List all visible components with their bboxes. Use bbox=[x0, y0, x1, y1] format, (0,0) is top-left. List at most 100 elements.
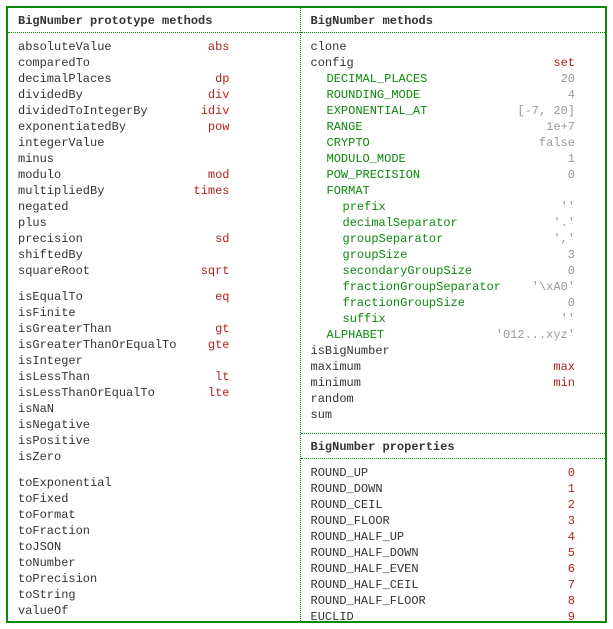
property-name: ROUND_DOWN bbox=[311, 481, 383, 497]
config-value: false bbox=[539, 135, 595, 151]
property-row: EUCLID9 bbox=[311, 609, 595, 621]
config-row: secondaryGroupSize0 bbox=[311, 263, 595, 279]
method-name: toFraction bbox=[18, 523, 90, 539]
property-row: ROUND_HALF_DOWN5 bbox=[311, 545, 595, 561]
method-row: precisionsd bbox=[18, 231, 290, 247]
method-row: dividedBy div bbox=[18, 87, 290, 103]
config-row: groupSeparator',' bbox=[311, 231, 595, 247]
method-name: config bbox=[311, 55, 354, 71]
method-name: toExponential bbox=[18, 475, 112, 491]
config-key: fractionGroupSize bbox=[311, 295, 465, 311]
property-value: 7 bbox=[568, 577, 595, 593]
method-name: isEqualTo bbox=[18, 289, 83, 305]
method-alias: abs bbox=[208, 39, 290, 55]
property-name: ROUND_UP bbox=[311, 465, 369, 481]
config-key: CRYPTO bbox=[311, 135, 370, 151]
method-row: toFormat bbox=[18, 507, 290, 523]
method-row: maximummax bbox=[311, 359, 595, 375]
config-key: FORMAT bbox=[311, 183, 370, 199]
property-value: 0 bbox=[568, 465, 595, 481]
method-name: toString bbox=[18, 587, 76, 603]
config-key: suffix bbox=[311, 311, 386, 327]
config-value: 3 bbox=[568, 247, 595, 263]
config-key: POW_PRECISION bbox=[311, 167, 421, 183]
method-row: squareRootsqrt bbox=[18, 263, 290, 279]
group-spacer bbox=[18, 279, 290, 289]
bignumber-api-reference: BigNumber prototype methods absoluteValu… bbox=[6, 6, 607, 623]
config-value: 1e+7 bbox=[546, 119, 595, 135]
property-row: ROUND_HALF_FLOOR8 bbox=[311, 593, 595, 609]
property-row: ROUND_HALF_CEIL 7 bbox=[311, 577, 595, 593]
method-alias: lte bbox=[208, 385, 290, 401]
config-row: FORMAT bbox=[311, 183, 595, 199]
property-value: 3 bbox=[568, 513, 595, 529]
method-alias: lt bbox=[215, 369, 289, 385]
config-value: 20 bbox=[561, 71, 595, 87]
method-row: isInteger bbox=[18, 353, 290, 369]
prototype-methods-heading: BigNumber prototype methods bbox=[8, 8, 300, 33]
method-name: valueOf bbox=[18, 603, 68, 619]
method-name: integerValue bbox=[18, 135, 104, 151]
method-name: isInteger bbox=[18, 353, 83, 369]
method-name: sum bbox=[311, 407, 333, 423]
method-name: precision bbox=[18, 231, 83, 247]
method-alias: dp bbox=[215, 71, 289, 87]
method-name: minus bbox=[18, 151, 54, 167]
method-name: clone bbox=[311, 39, 347, 55]
method-row: clone bbox=[311, 39, 595, 55]
method-alias: div bbox=[208, 87, 290, 103]
method-row: toNumber bbox=[18, 555, 290, 571]
config-key: MODULO_MODE bbox=[311, 151, 406, 167]
method-alias: gt bbox=[215, 321, 289, 337]
method-alias: idiv bbox=[201, 103, 290, 119]
config-value: 1 bbox=[568, 151, 595, 167]
properties-list: ROUND_UP0ROUND_DOWN1ROUND_CEIL2ROUND_FLO… bbox=[301, 459, 605, 621]
config-row: fractionGroupSeparator'\xA0' bbox=[311, 279, 595, 295]
method-row: isFinite bbox=[18, 305, 290, 321]
property-row: ROUND_CEIL2 bbox=[311, 497, 595, 513]
config-value: 0 bbox=[568, 295, 595, 311]
group-spacer bbox=[18, 465, 290, 475]
method-name: dividedBy bbox=[18, 87, 83, 103]
config-row: fractionGroupSize 0 bbox=[311, 295, 595, 311]
config-key: groupSeparator bbox=[311, 231, 444, 247]
method-name: isFinite bbox=[18, 305, 76, 321]
method-name: toNumber bbox=[18, 555, 76, 571]
config-row: CRYPTO false bbox=[311, 135, 595, 151]
method-row: isNegative bbox=[18, 417, 290, 433]
method-row: isNaN bbox=[18, 401, 290, 417]
method-row: minus bbox=[18, 151, 290, 167]
config-value: '\xA0' bbox=[532, 279, 595, 295]
config-value: '' bbox=[561, 199, 595, 215]
method-row: plus bbox=[18, 215, 290, 231]
prototype-methods-column: BigNumber prototype methods absoluteValu… bbox=[8, 8, 301, 621]
method-row: isLessThanOrEqualTolte bbox=[18, 385, 290, 401]
method-name: isNegative bbox=[18, 417, 90, 433]
config-row: suffix'' bbox=[311, 311, 595, 327]
method-row: comparedTo bbox=[18, 55, 290, 71]
property-value: 2 bbox=[568, 497, 595, 513]
method-name: maximum bbox=[311, 359, 361, 375]
method-row: integerValue bbox=[18, 135, 290, 151]
method-row: isGreaterThangt bbox=[18, 321, 290, 337]
config-key: decimalSeparator bbox=[311, 215, 458, 231]
method-name: plus bbox=[18, 215, 47, 231]
property-value: 6 bbox=[568, 561, 595, 577]
config-key: EXPONENTIAL_AT bbox=[311, 103, 428, 119]
right-column: BigNumber methods cloneconfigsetDECIMAL_… bbox=[301, 8, 605, 621]
method-name: comparedTo bbox=[18, 55, 90, 71]
method-alias: pow bbox=[208, 119, 290, 135]
method-name: toJSON bbox=[18, 539, 61, 555]
method-row: isLessThan lt bbox=[18, 369, 290, 385]
property-name: ROUND_HALF_CEIL bbox=[311, 577, 419, 593]
config-key: prefix bbox=[311, 199, 386, 215]
config-value: '012...xyz' bbox=[496, 327, 595, 343]
method-row: sum bbox=[311, 407, 595, 423]
config-row: decimalSeparator'.' bbox=[311, 215, 595, 231]
method-row: absoluteValueabs bbox=[18, 39, 290, 55]
method-name: isLessThan bbox=[18, 369, 90, 385]
property-name: EUCLID bbox=[311, 609, 354, 621]
method-name: isBigNumber bbox=[311, 343, 390, 359]
method-name: toFixed bbox=[18, 491, 68, 507]
method-row: decimalPlacesdp bbox=[18, 71, 290, 87]
